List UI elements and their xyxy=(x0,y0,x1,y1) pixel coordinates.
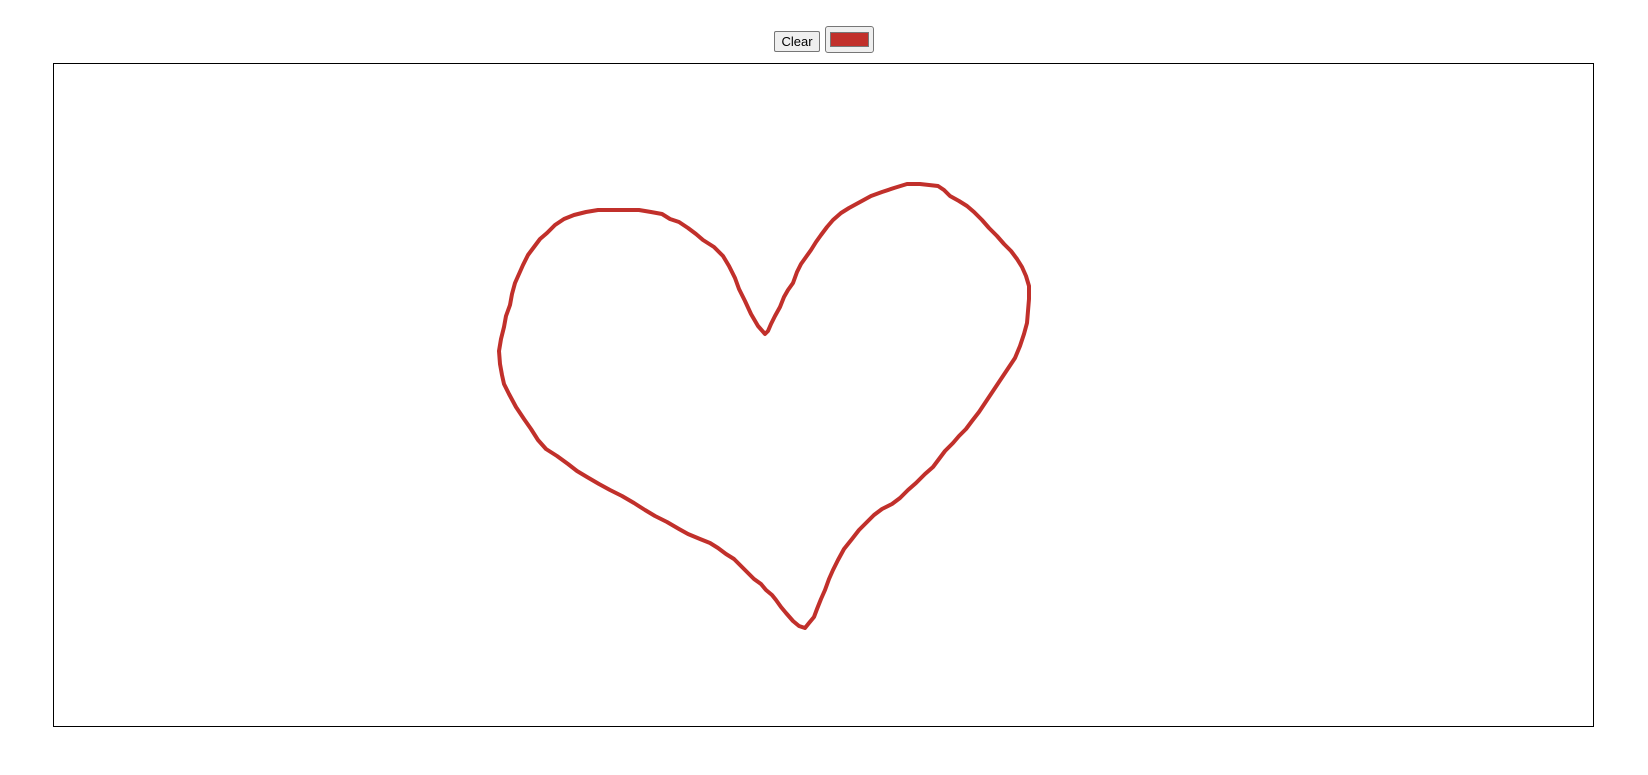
heart-stroke xyxy=(497,182,1031,630)
clear-button[interactable]: Clear xyxy=(774,30,820,52)
color-swatch xyxy=(829,31,869,47)
toolbar: Clear xyxy=(0,25,1648,53)
drawing-canvas[interactable] xyxy=(53,63,1594,727)
color-picker[interactable] xyxy=(824,25,874,53)
canvas-surface xyxy=(497,182,1031,630)
